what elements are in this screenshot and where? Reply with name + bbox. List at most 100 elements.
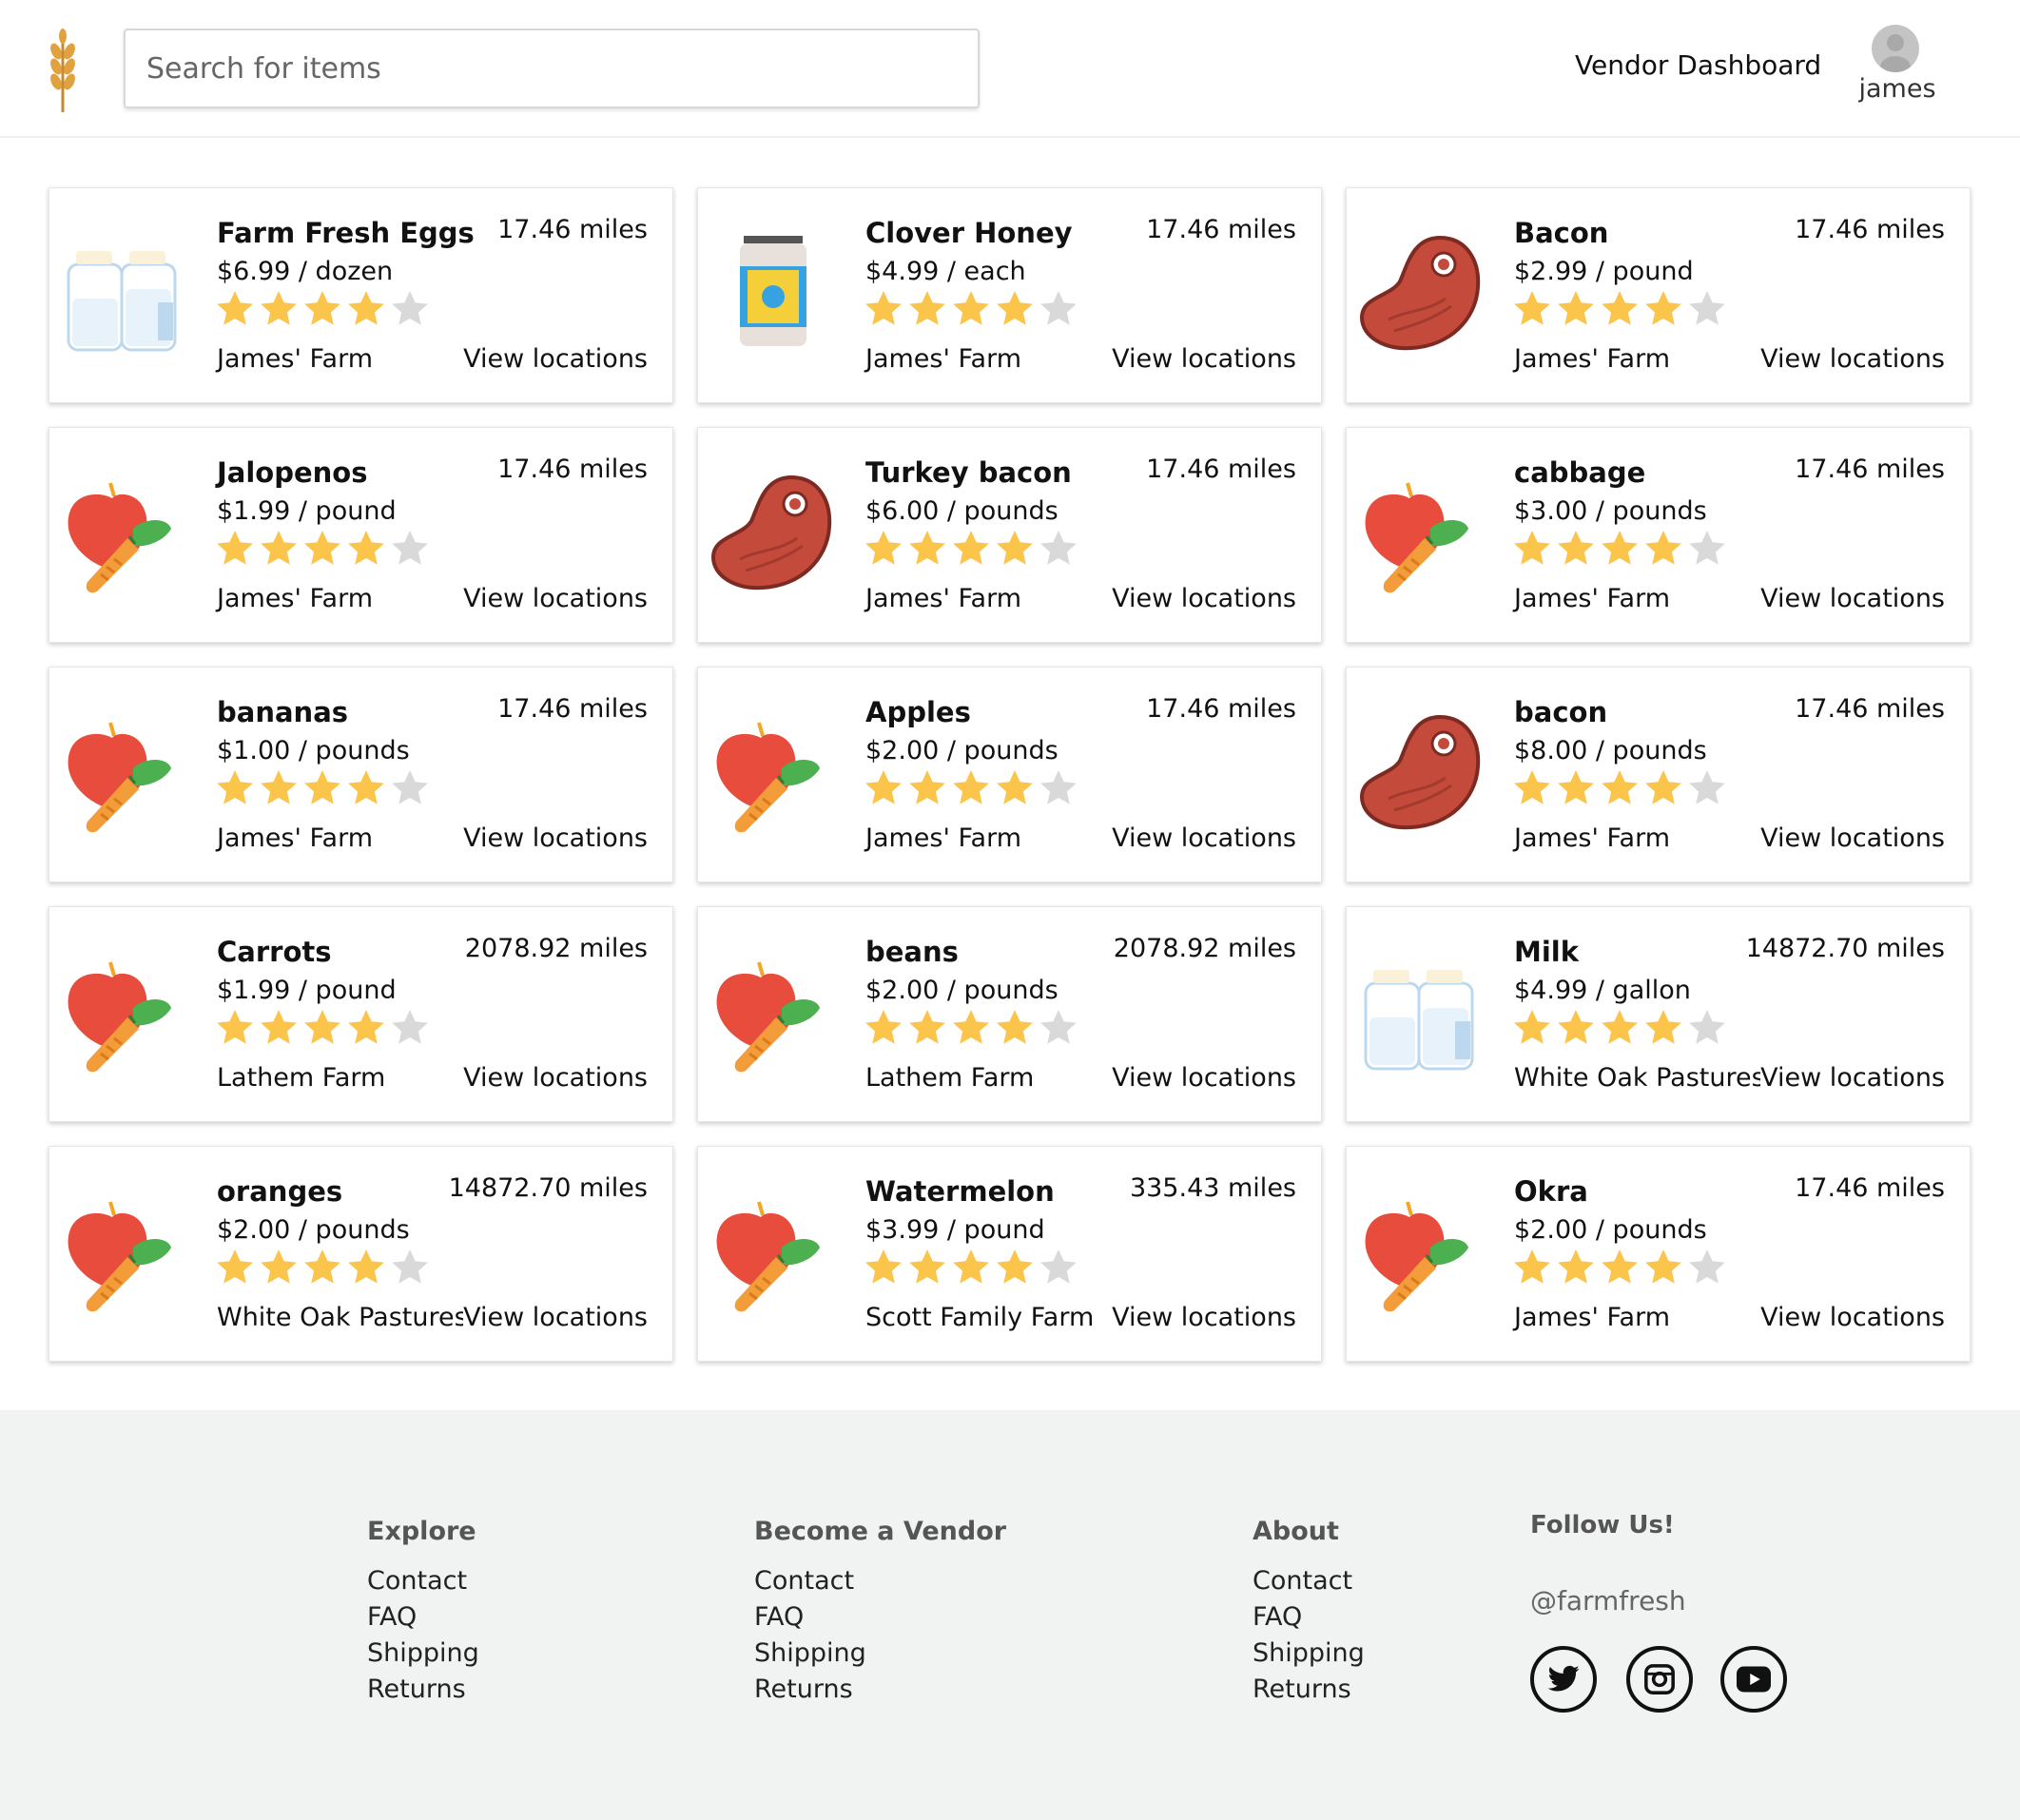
star-icon[interactable] (1687, 768, 1727, 808)
star-icon[interactable] (907, 1008, 947, 1048)
product-name[interactable]: bananas (217, 696, 348, 728)
star-icon[interactable] (346, 1248, 386, 1288)
star-rating[interactable] (215, 1248, 430, 1288)
star-rating[interactable] (1512, 768, 1727, 808)
star-icon[interactable] (390, 1008, 430, 1048)
user-avatar[interactable] (1872, 25, 1919, 72)
star-rating[interactable] (864, 289, 1078, 329)
product-card[interactable]: Watermelon 335.43 miles $3.99 / pound Scott… (697, 1146, 1322, 1362)
star-icon[interactable] (1643, 289, 1683, 329)
farm-name[interactable]: Lathem Farm (865, 1063, 1034, 1093)
star-icon[interactable] (302, 1248, 342, 1288)
star-rating[interactable] (215, 768, 430, 808)
footer-link-faq[interactable]: FAQ (1253, 1599, 1365, 1636)
star-icon[interactable] (1039, 529, 1078, 569)
star-icon[interactable] (346, 1008, 386, 1048)
view-locations-link[interactable]: View locations (1112, 584, 1296, 613)
star-rating[interactable] (1512, 289, 1727, 329)
product-card[interactable]: Milk 14872.70 miles $4.99 / gallon White Oa… (1346, 906, 1971, 1122)
star-icon[interactable] (995, 1248, 1035, 1288)
star-icon[interactable] (259, 289, 299, 329)
star-icon[interactable] (390, 1248, 430, 1288)
star-icon[interactable] (1600, 529, 1640, 569)
footer-link-returns[interactable]: Returns (1253, 1672, 1365, 1708)
star-icon[interactable] (215, 768, 255, 808)
footer-link-contact[interactable]: Contact (367, 1563, 479, 1599)
product-name[interactable]: Farm Fresh Eggs (217, 217, 475, 249)
view-locations-link[interactable]: View locations (463, 344, 648, 374)
star-icon[interactable] (951, 768, 991, 808)
farm-name[interactable]: James' Farm (1514, 823, 1670, 853)
star-icon[interactable] (1556, 768, 1596, 808)
view-locations-link[interactable]: View locations (1112, 823, 1296, 853)
star-icon[interactable] (1039, 768, 1078, 808)
star-icon[interactable] (951, 1008, 991, 1048)
star-rating[interactable] (1512, 529, 1727, 569)
star-icon[interactable] (1600, 289, 1640, 329)
footer-link-faq[interactable]: FAQ (754, 1599, 1006, 1636)
farm-name[interactable]: James' Farm (865, 344, 1021, 374)
star-icon[interactable] (1600, 1248, 1640, 1288)
star-icon[interactable] (864, 289, 903, 329)
star-icon[interactable] (1556, 1248, 1596, 1288)
product-card[interactable]: Okra 17.46 miles $2.00 / pounds James' Farm… (1346, 1146, 1971, 1362)
star-icon[interactable] (390, 529, 430, 569)
product-card[interactable]: Apples 17.46 miles $2.00 / pounds James' Fa… (697, 667, 1322, 882)
product-card[interactable]: Farm Fresh Eggs 17.46 miles $6.99 / dozen J… (49, 187, 673, 403)
star-icon[interactable] (995, 289, 1035, 329)
star-icon[interactable] (302, 289, 342, 329)
star-icon[interactable] (864, 1248, 903, 1288)
star-icon[interactable] (1039, 1008, 1078, 1048)
product-card[interactable]: cabbage 17.46 miles $3.00 / pounds James' F… (1346, 427, 1971, 643)
star-icon[interactable] (346, 529, 386, 569)
product-name[interactable]: Turkey bacon (865, 456, 1072, 489)
star-icon[interactable] (259, 1008, 299, 1048)
product-name[interactable]: Apples (865, 696, 971, 728)
farm-name[interactable]: James' Farm (217, 823, 373, 853)
view-locations-link[interactable]: View locations (463, 584, 648, 613)
view-locations-link[interactable]: View locations (1112, 1303, 1296, 1332)
star-rating[interactable] (215, 289, 430, 329)
view-locations-link[interactable]: View locations (1112, 1063, 1296, 1093)
produce-icon[interactable] (63, 711, 186, 835)
star-icon[interactable] (995, 529, 1035, 569)
product-name[interactable]: bacon (1514, 696, 1607, 728)
youtube-icon[interactable] (1720, 1646, 1787, 1713)
view-locations-link[interactable]: View locations (1112, 344, 1296, 374)
star-icon[interactable] (1512, 1008, 1552, 1048)
farm-name[interactable]: James' Farm (1514, 584, 1670, 613)
star-icon[interactable] (215, 1248, 255, 1288)
farm-name[interactable]: Scott Family Farm (865, 1303, 1094, 1332)
star-icon[interactable] (951, 1248, 991, 1288)
product-name[interactable]: beans (865, 936, 959, 968)
view-locations-link[interactable]: View locations (1760, 1303, 1945, 1332)
produce-icon[interactable] (711, 951, 835, 1075)
farm-name[interactable]: White Oak Pastures (1514, 1063, 1765, 1093)
produce-icon[interactable] (63, 472, 186, 595)
star-icon[interactable] (259, 529, 299, 569)
footer-link-contact[interactable]: Contact (754, 1563, 1006, 1599)
product-card[interactable]: bacon 17.46 miles $8.00 / pounds James' Far… (1346, 667, 1971, 882)
farm-name[interactable]: White Oak Pastures (217, 1303, 468, 1332)
product-name[interactable]: Bacon (1514, 217, 1608, 249)
star-icon[interactable] (215, 1008, 255, 1048)
produce-icon[interactable] (63, 951, 186, 1075)
star-rating[interactable] (215, 1008, 430, 1048)
star-rating[interactable] (215, 529, 430, 569)
product-card[interactable]: Bacon 17.46 miles $2.99 / pound James' Farm… (1346, 187, 1971, 403)
star-icon[interactable] (907, 768, 947, 808)
farm-name[interactable]: James' Farm (217, 584, 373, 613)
star-icon[interactable] (390, 289, 430, 329)
product-name[interactable]: Jalopenos (217, 456, 367, 489)
footer-link-shipping[interactable]: Shipping (1253, 1636, 1365, 1672)
star-icon[interactable] (346, 289, 386, 329)
farm-name[interactable]: James' Farm (1514, 344, 1670, 374)
produce-icon[interactable] (63, 1191, 186, 1314)
star-icon[interactable] (215, 289, 255, 329)
star-icon[interactable] (1643, 768, 1683, 808)
star-icon[interactable] (995, 768, 1035, 808)
star-icon[interactable] (995, 1008, 1035, 1048)
honey-jar-icon[interactable] (711, 232, 835, 356)
product-name[interactable]: Watermelon (865, 1175, 1055, 1208)
star-icon[interactable] (1556, 1008, 1596, 1048)
